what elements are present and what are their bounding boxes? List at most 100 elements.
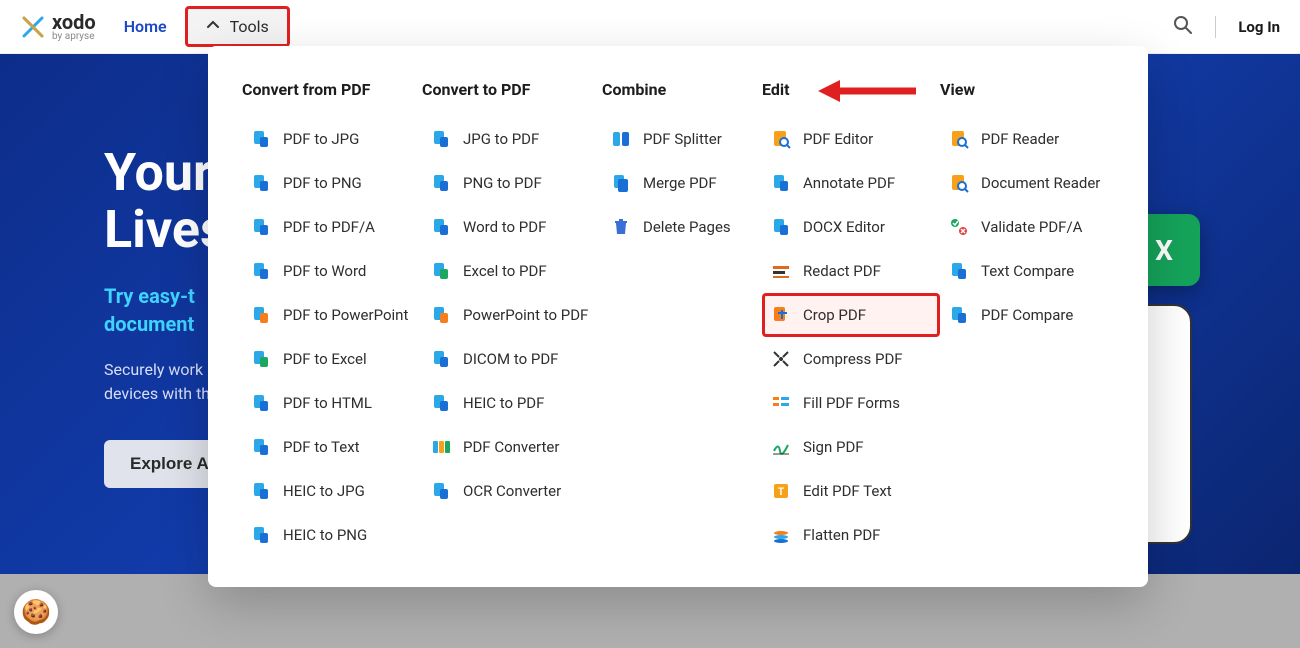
tool-item-label: PDF to HTML bbox=[283, 394, 372, 412]
tool-item-text-compare[interactable]: Text Compare bbox=[940, 249, 1118, 293]
split-icon bbox=[611, 129, 631, 149]
tool-item-pdf-to-html[interactable]: PDF to HTML bbox=[242, 381, 422, 425]
mega-column-heading: View bbox=[940, 80, 1118, 99]
tool-item-pdf-to-text[interactable]: PDF to Text bbox=[242, 425, 422, 469]
tool-item-label: HEIC to PNG bbox=[283, 526, 367, 544]
tool-item-crop-pdf[interactable]: Crop PDF bbox=[762, 293, 940, 337]
arrow-callout-icon bbox=[818, 76, 918, 110]
mega-column: Combine PDF Splitter Merge PDF Delete Pages bbox=[602, 80, 762, 557]
tool-item-redact-pdf[interactable]: Redact PDF bbox=[762, 249, 940, 293]
tool-item-pdf-editor[interactable]: PDF Editor bbox=[762, 117, 940, 161]
mega-column-heading: Convert to PDF bbox=[422, 80, 602, 99]
tool-item-heic-to-jpg[interactable]: HEIC to JPG bbox=[242, 469, 422, 513]
tool-item-pdf-reader[interactable]: PDF Reader bbox=[940, 117, 1118, 161]
mega-column-heading: Combine bbox=[602, 80, 762, 99]
file-blue-icon bbox=[251, 525, 271, 545]
tool-item-label: Flatten PDF bbox=[803, 526, 880, 544]
file-blue-icon bbox=[431, 129, 451, 149]
tool-item-ocr-converter[interactable]: OCR Converter bbox=[422, 469, 602, 513]
tool-item-validate-pdf-a[interactable]: Validate PDF/A bbox=[940, 205, 1118, 249]
merge-icon bbox=[611, 173, 631, 193]
nav-tools-label: Tools bbox=[230, 17, 269, 36]
tool-item-document-reader[interactable]: Document Reader bbox=[940, 161, 1118, 205]
tool-item-docx-editor[interactable]: DOCX Editor bbox=[762, 205, 940, 249]
tool-item-sign-pdf[interactable]: Sign PDF bbox=[762, 425, 940, 469]
file-blue-icon bbox=[949, 261, 969, 281]
cookie-icon: 🍪 bbox=[21, 598, 51, 626]
file-blue-icon bbox=[251, 481, 271, 501]
tool-item-fill-pdf-forms[interactable]: Fill PDF Forms bbox=[762, 381, 940, 425]
divider bbox=[1215, 16, 1216, 38]
tool-item-flatten-pdf[interactable]: Flatten PDF bbox=[762, 513, 940, 557]
cookie-settings-button[interactable]: 🍪 bbox=[14, 590, 58, 634]
tool-item-label: PDF to PowerPoint bbox=[283, 306, 408, 324]
compress-icon bbox=[771, 349, 791, 369]
tool-item-word-to-pdf[interactable]: Word to PDF bbox=[422, 205, 602, 249]
tool-item-pdf-to-powerpoint[interactable]: PDF to PowerPoint bbox=[242, 293, 422, 337]
tool-item-label: Sign PDF bbox=[803, 438, 864, 456]
tool-item-label: PDF Converter bbox=[463, 438, 559, 456]
tool-item-heic-to-pdf[interactable]: HEIC to PDF bbox=[422, 381, 602, 425]
file-blue-icon bbox=[251, 217, 271, 237]
logo-icon bbox=[20, 14, 46, 40]
file-blue-icon bbox=[431, 217, 451, 237]
tool-item-label: Redact PDF bbox=[803, 262, 881, 280]
file-orange-icon bbox=[251, 305, 271, 325]
logo-tagline: by apryse bbox=[52, 32, 96, 42]
tool-item-delete-pages[interactable]: Delete Pages bbox=[602, 205, 762, 249]
tool-item-heic-to-png[interactable]: HEIC to PNG bbox=[242, 513, 422, 557]
file-green-icon bbox=[431, 261, 451, 281]
tool-item-merge-pdf[interactable]: Merge PDF bbox=[602, 161, 762, 205]
logo[interactable]: xodo by apryse bbox=[20, 12, 96, 42]
tool-item-label: PDF to PNG bbox=[283, 174, 362, 192]
tool-item-edit-pdf-text[interactable]: TEdit PDF Text bbox=[762, 469, 940, 513]
tool-item-compress-pdf[interactable]: Compress PDF bbox=[762, 337, 940, 381]
tool-item-png-to-pdf[interactable]: PNG to PDF bbox=[422, 161, 602, 205]
mega-column-heading: Convert from PDF bbox=[242, 80, 422, 99]
tool-item-dicom-to-pdf[interactable]: DICOM to PDF bbox=[422, 337, 602, 381]
tool-item-jpg-to-pdf[interactable]: JPG to PDF bbox=[422, 117, 602, 161]
flatten-icon bbox=[771, 525, 791, 545]
search-orange-icon bbox=[949, 129, 969, 149]
tool-item-pdf-splitter[interactable]: PDF Splitter bbox=[602, 117, 762, 161]
tool-item-label: Fill PDF Forms bbox=[803, 394, 900, 412]
search-orange-icon bbox=[949, 173, 969, 193]
chevron-up-icon bbox=[206, 17, 220, 36]
tool-item-pdf-to-jpg[interactable]: PDF to JPG bbox=[242, 117, 422, 161]
file-blue-icon bbox=[251, 261, 271, 281]
tool-item-label: HEIC to JPG bbox=[283, 482, 365, 500]
tool-item-label: PDF to Excel bbox=[283, 350, 367, 368]
tool-item-label: JPG to PDF bbox=[463, 130, 539, 148]
nav-home[interactable]: Home bbox=[124, 17, 167, 36]
file-blue-icon bbox=[949, 305, 969, 325]
mega-column: Convert from PDF PDF to JPG PDF to PNG PDF … bbox=[242, 80, 422, 557]
search-orange-icon bbox=[771, 129, 791, 149]
tool-item-powerpoint-to-pdf[interactable]: PowerPoint to PDF bbox=[422, 293, 602, 337]
tool-item-pdf-to-pdf-a[interactable]: PDF to PDF/A bbox=[242, 205, 422, 249]
tool-item-pdf-converter[interactable]: PDF Converter bbox=[422, 425, 602, 469]
tool-item-label: Edit PDF Text bbox=[803, 482, 892, 500]
validate-icon bbox=[949, 217, 969, 237]
tool-item-label: Compress PDF bbox=[803, 350, 903, 368]
tool-item-pdf-compare[interactable]: PDF Compare bbox=[940, 293, 1118, 337]
tool-item-pdf-to-png[interactable]: PDF to PNG bbox=[242, 161, 422, 205]
tool-item-label: PDF Splitter bbox=[643, 130, 722, 148]
tool-item-label: OCR Converter bbox=[463, 482, 561, 500]
tool-item-pdf-to-excel[interactable]: PDF to Excel bbox=[242, 337, 422, 381]
tool-item-label: PDF to Text bbox=[283, 438, 360, 456]
search-icon[interactable] bbox=[1173, 15, 1193, 39]
file-blue-icon bbox=[771, 173, 791, 193]
file-green-icon bbox=[251, 349, 271, 369]
tool-item-label: DOCX Editor bbox=[803, 218, 885, 236]
file-blue-icon bbox=[251, 129, 271, 149]
tool-item-pdf-to-word[interactable]: PDF to Word bbox=[242, 249, 422, 293]
mega-column: View PDF ReaderDocument ReaderValidate PD… bbox=[940, 80, 1118, 557]
tool-item-excel-to-pdf[interactable]: Excel to PDF bbox=[422, 249, 602, 293]
tools-mega-menu: Convert from PDF PDF to JPG PDF to PNG PDF … bbox=[208, 46, 1148, 587]
file-blue-icon bbox=[251, 393, 271, 413]
nav-tools-button[interactable]: Tools bbox=[185, 6, 290, 47]
tool-item-annotate-pdf[interactable]: Annotate PDF bbox=[762, 161, 940, 205]
tool-item-label: Delete Pages bbox=[643, 218, 731, 236]
form-icon bbox=[771, 393, 791, 413]
login-button[interactable]: Log In bbox=[1238, 18, 1280, 36]
